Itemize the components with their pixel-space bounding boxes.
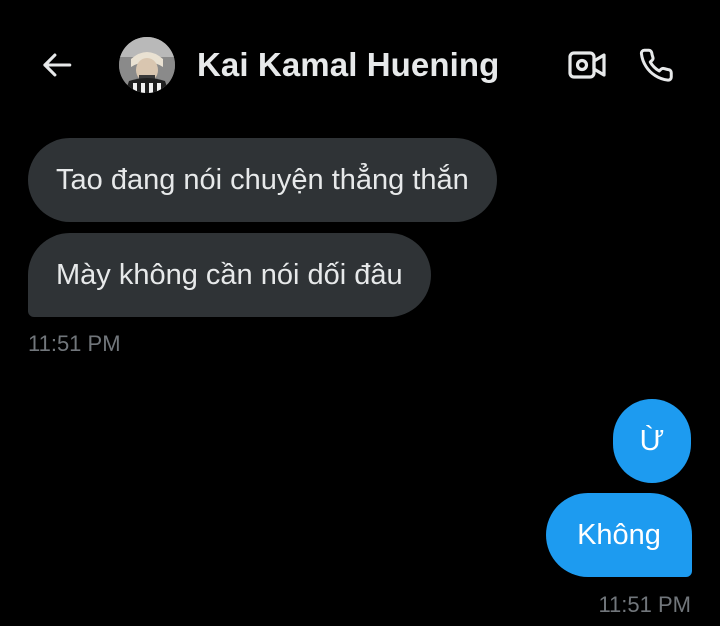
received-message[interactable]: Tao đang nói chuyện thẳng thắn xyxy=(28,138,497,222)
phone-icon xyxy=(639,48,673,82)
sent-timestamp: 11:51 PM xyxy=(598,592,691,617)
back-button[interactable] xyxy=(36,44,78,86)
message-text: Mày không cần nói dối đâu xyxy=(56,259,403,291)
received-timestamp: 11:51 PM xyxy=(28,331,121,356)
message-text: Tao đang nói chuyện thẳng thắn xyxy=(56,164,469,196)
video-camera-icon xyxy=(568,51,606,79)
received-message[interactable]: Mày không cần nói dối đâu xyxy=(28,233,431,317)
avatar[interactable] xyxy=(119,37,175,93)
voice-call-button[interactable] xyxy=(635,43,679,87)
sent-message[interactable]: Ừ xyxy=(613,399,691,483)
video-call-button[interactable] xyxy=(565,43,609,87)
message-text: Không xyxy=(577,519,661,551)
conversation-header: Kai Kamal Huening xyxy=(0,0,720,130)
contact-name[interactable]: Kai Kamal Huening xyxy=(197,46,499,84)
sent-message[interactable]: Không xyxy=(546,493,692,577)
message-text: Ừ xyxy=(639,425,665,457)
arrow-left-icon xyxy=(43,53,72,77)
